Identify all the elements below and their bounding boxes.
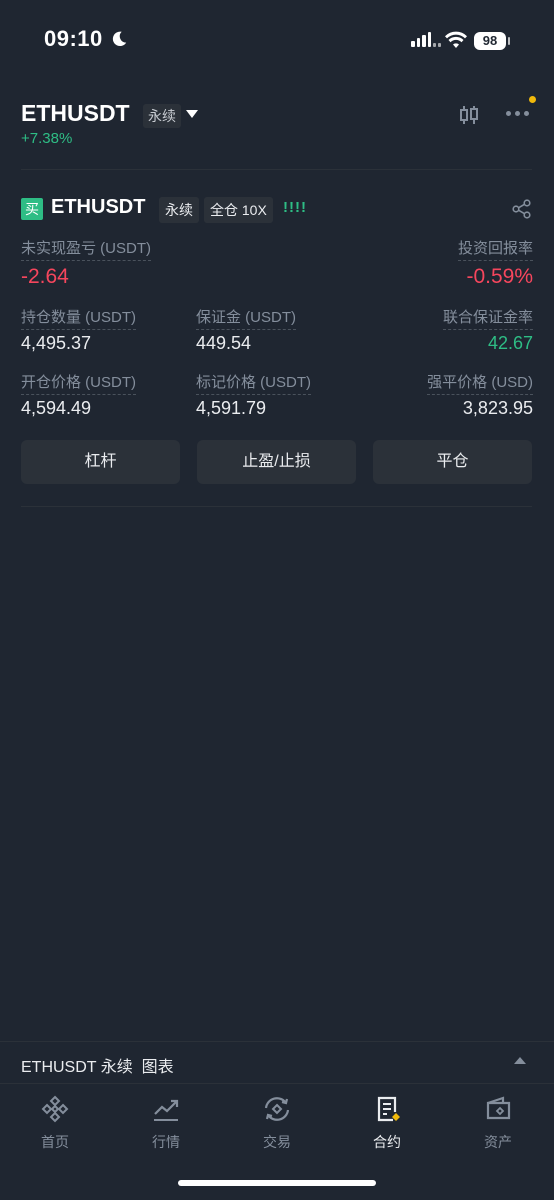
wallet-icon [486, 1096, 511, 1120]
size-value: 4,495.37 [21, 333, 92, 353]
nav-markets-label: 行情 [152, 1134, 180, 1150]
tpsl-button[interactable]: 止盈/止损 [197, 440, 356, 484]
close-position-button[interactable]: 平仓 [373, 440, 532, 484]
entry-price-label[interactable]: 开仓价格 (USDT) [21, 371, 136, 395]
symbol-title[interactable]: ETHUSDT [21, 100, 130, 127]
share-icon[interactable] [511, 198, 533, 220]
liq-price-value: 3,823.95 [462, 398, 533, 418]
moon-icon [112, 31, 127, 47]
header-divider [21, 169, 532, 170]
size-label[interactable]: 持仓数量 (USDT) [21, 306, 136, 330]
battery-level: 98 [474, 32, 506, 50]
nav-trade-label: 交易 [263, 1134, 291, 1150]
candlestick-icon[interactable] [457, 103, 481, 127]
position-symbol[interactable]: ETHUSDT [51, 196, 145, 219]
liq-price-label[interactable]: 强平价格 (USD) [427, 371, 533, 395]
binance-logo-icon [41, 1095, 69, 1123]
nav-top-border [0, 1083, 554, 1084]
margin-value: 449.54 [196, 333, 252, 353]
card-divider [21, 506, 532, 507]
nav-assets[interactable]: 资产 [443, 1094, 553, 1152]
nav-home-label: 首页 [41, 1134, 69, 1150]
margin-label[interactable]: 保证金 (USDT) [196, 306, 296, 330]
nav-home[interactable]: 首页 [0, 1094, 110, 1152]
more-options-icon[interactable] [506, 111, 529, 116]
cellular-signal-icon [411, 32, 441, 47]
price-change: +7.38% [21, 130, 73, 147]
unrealized-pnl-value: -2.64 [21, 265, 69, 288]
markets-chart-icon [154, 1099, 179, 1121]
home-indicator[interactable] [178, 1180, 376, 1186]
trade-exchange-icon [264, 1097, 290, 1121]
nav-markets[interactable]: 行情 [111, 1094, 221, 1152]
nav-futures[interactable]: 合约 [332, 1094, 442, 1152]
margin-ratio-value: 42.67 [487, 333, 533, 353]
position-contract-tag: 永续 [159, 197, 199, 223]
nav-trade[interactable]: 交易 [222, 1094, 332, 1152]
risk-indicator: !!!! [283, 199, 307, 216]
symbol-dropdown-icon[interactable] [186, 110, 198, 118]
roi-label[interactable]: 投资回报率 [457, 237, 533, 261]
wifi-icon [445, 31, 467, 48]
mark-price-label[interactable]: 标记价格 (USDT) [196, 371, 311, 395]
futures-document-icon [377, 1096, 400, 1122]
unrealized-pnl-label[interactable]: 未实现盈亏 (USDT) [21, 237, 151, 261]
side-badge: 买 [21, 198, 43, 220]
margin-mode-tag[interactable]: 全仓 10X [204, 197, 273, 223]
entry-price-value: 4,594.49 [21, 398, 92, 418]
contract-type-tag: 永续 [143, 104, 181, 128]
nav-futures-label: 合约 [373, 1134, 401, 1150]
nav-assets-label: 资产 [484, 1134, 512, 1150]
mark-price-value: 4,591.79 [196, 398, 267, 418]
status-time: 09:10 [44, 26, 103, 51]
chart-bar-top-border [0, 1041, 554, 1042]
roi-value: -0.59% [466, 265, 533, 288]
chevron-up-icon[interactable] [514, 1057, 526, 1064]
chart-toggle-label[interactable]: ETHUSDT 永续 图表 [21, 1053, 174, 1077]
leverage-button[interactable]: 杠杆 [21, 440, 180, 484]
margin-ratio-label[interactable]: 联合保证金率 [442, 306, 533, 330]
battery-tip [508, 37, 510, 45]
notification-dot [529, 96, 536, 103]
